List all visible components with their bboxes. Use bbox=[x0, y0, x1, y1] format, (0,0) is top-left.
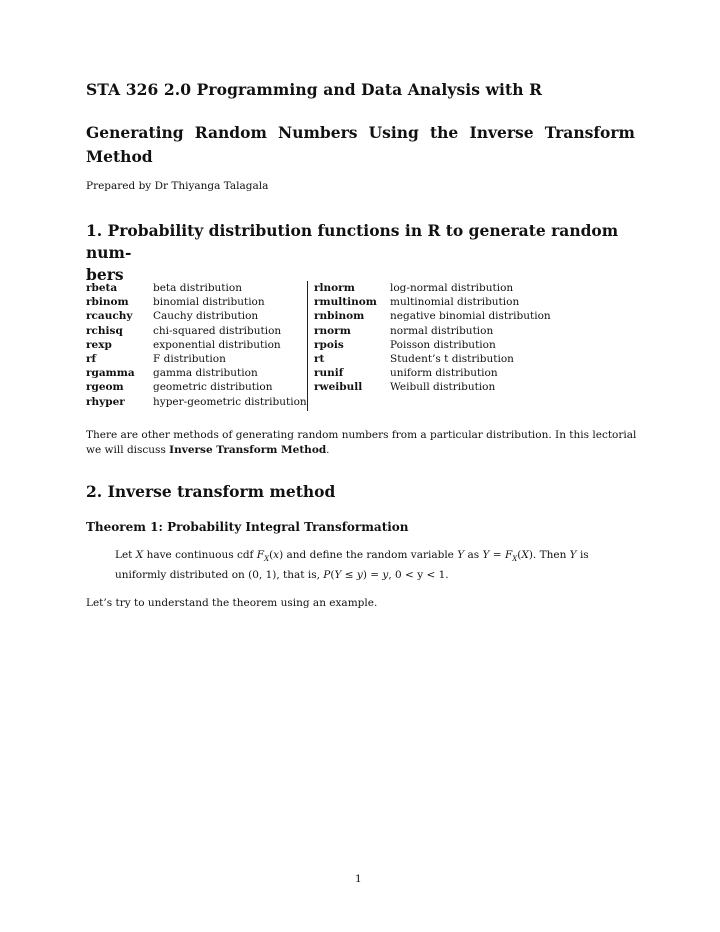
title-word: Inverse bbox=[469, 123, 534, 142]
title-word: the bbox=[430, 123, 459, 142]
function-description: chi-squared distribution bbox=[153, 324, 282, 337]
table-right-functions: rlnorm rmultinom rnbinom rnorm rpois rt runif r… bbox=[314, 281, 377, 395]
function-name: rnbinom bbox=[314, 310, 365, 323]
course-title: STA 326 2.0 Programming and Data Analysi… bbox=[86, 80, 543, 99]
function-name: rf bbox=[86, 353, 97, 366]
function-description: hyper-geometric distribution bbox=[153, 395, 307, 408]
function-name: rweibull bbox=[314, 381, 363, 394]
document-title: Generating Random Numbers Using the Inverse Tr… bbox=[86, 121, 635, 169]
function-name: rexp bbox=[86, 338, 112, 351]
function-name: rnorm bbox=[314, 324, 351, 337]
page-number: 1 bbox=[355, 873, 362, 885]
function-name: rpois bbox=[314, 338, 344, 351]
paragraph-period: . bbox=[326, 444, 330, 456]
function-name: runif bbox=[314, 367, 344, 380]
theorem-line2: uniformly distributed on (0, 1), that is… bbox=[115, 569, 449, 582]
title-word: Transform bbox=[544, 123, 635, 142]
theorem-title: Theorem 1: Probability Integral Transfor… bbox=[86, 520, 409, 534]
function-name: rt bbox=[314, 353, 325, 366]
document-title-line2: Method bbox=[86, 147, 153, 166]
function-name: rlnorm bbox=[314, 282, 355, 294]
function-description: F distribution bbox=[153, 353, 226, 366]
theorem-line1: Let X have continuous cdf FX(x) and defi… bbox=[115, 549, 589, 564]
title-word: Generating bbox=[86, 123, 184, 142]
theorem-body: Let X have continuous cdf FX(x) and defi… bbox=[115, 547, 640, 583]
function-description: Student’s t distribution bbox=[390, 353, 514, 366]
document-page: STA 326 2.0 Programming and Data Analysi… bbox=[0, 0, 720, 932]
title-word: Random bbox=[194, 123, 267, 142]
function-description: geometric distribution bbox=[153, 381, 273, 394]
section1-heading-line1: 1. Probability distribution functions in… bbox=[86, 221, 619, 262]
function-name: rmultinom bbox=[314, 296, 377, 309]
function-description: multinomial distribution bbox=[390, 296, 520, 309]
example-intro: Let’s try to understand the theorem usin… bbox=[86, 597, 378, 609]
methods-paragraph: There are other methods of generating ra… bbox=[86, 428, 646, 458]
function-description: negative binomial distribution bbox=[390, 310, 551, 323]
paragraph-bold-term: Inverse Transform Method bbox=[169, 444, 327, 456]
function-description: Cauchy distribution bbox=[153, 310, 259, 323]
function-description: Poisson distribution bbox=[390, 338, 496, 351]
author-line: Prepared by Dr Thiyanga Talagala bbox=[86, 180, 269, 192]
function-name: rgeom bbox=[86, 381, 124, 394]
function-name: rhyper bbox=[86, 395, 125, 408]
title-word: Numbers bbox=[278, 123, 358, 142]
function-description: uniform distribution bbox=[390, 367, 498, 380]
table-left-descriptions: beta distribution binomial distribution Ca… bbox=[153, 281, 307, 409]
function-name: rcauchy bbox=[86, 310, 133, 323]
document-title-line1: Generating Random Numbers Using the Inverse Tr… bbox=[86, 121, 635, 145]
function-description: gamma distribution bbox=[153, 367, 258, 380]
section1-heading: 1. Probability distribution functions in… bbox=[86, 220, 638, 286]
function-description: binomial distribution bbox=[153, 296, 265, 309]
function-description: beta distribution bbox=[153, 282, 242, 294]
function-name: rgamma bbox=[86, 367, 135, 380]
function-description: exponential distribution bbox=[153, 338, 281, 351]
table-column-divider bbox=[307, 281, 308, 411]
function-name: rchisq bbox=[86, 324, 123, 337]
title-word: Using bbox=[368, 123, 419, 142]
function-description: normal distribution bbox=[390, 324, 494, 337]
table-left-functions: rbeta rbinom rcauchy rchisq rexp rf rgamma rgeo… bbox=[86, 281, 135, 409]
section2-heading: 2. Inverse transform method bbox=[86, 482, 336, 501]
function-name: rbeta bbox=[86, 282, 118, 294]
function-description: Weibull distribution bbox=[390, 381, 496, 394]
function-name: rbinom bbox=[86, 296, 129, 309]
table-right-descriptions: log-normal distribution multinomial distr… bbox=[390, 281, 551, 395]
function-description: log-normal distribution bbox=[390, 282, 514, 294]
